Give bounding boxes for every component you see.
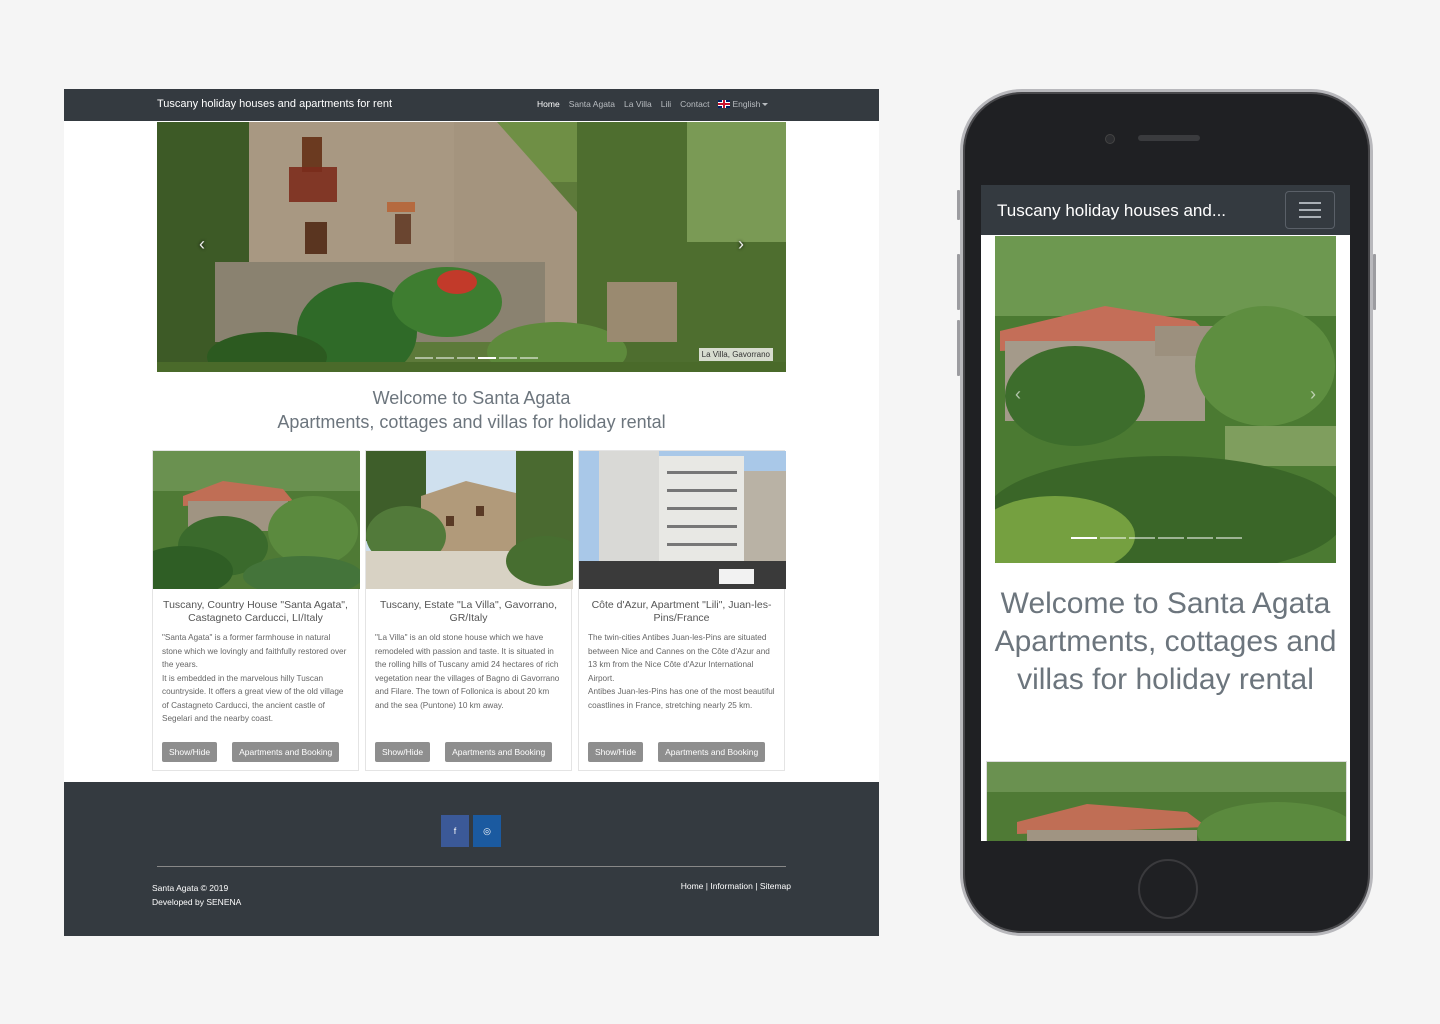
- property-card-lili: Côte d'Azur, Apartment "Lili", Juan-les-…: [578, 450, 786, 771]
- card-paragraph: "La Villa" is an old stone house which w…: [375, 633, 560, 710]
- welcome-subtitle: Apartments, cottages and villas for holi…: [994, 625, 1337, 696]
- nav-item-contact[interactable]: Contact: [680, 99, 709, 109]
- phone-mockup: Tuscany holiday houses and... ‹ › Welcom…: [957, 89, 1376, 936]
- property-card-santa-agata: Tuscany, Country House "Santa Agata", Ca…: [152, 450, 360, 771]
- apartments-booking-button[interactable]: Apartments and Booking: [658, 742, 766, 762]
- carousel-indicator[interactable]: [415, 357, 433, 359]
- copyright-text: Santa Agata © 2019: [152, 883, 229, 893]
- card-description: The twin-cities Antibes Juan-les-Pins ar…: [588, 631, 775, 712]
- mobile-hero-carousel: ‹ ›: [995, 236, 1336, 563]
- mobile-welcome-heading: Welcome to Santa Agata Apartments, cotta…: [981, 585, 1350, 699]
- carousel-indicator[interactable]: [457, 357, 475, 359]
- card-description: "Santa Agata" is a former farmhouse in n…: [162, 631, 349, 726]
- phone-power-button: [1373, 254, 1376, 310]
- front-camera-icon: [1105, 134, 1115, 144]
- property-cards: Tuscany, Country House "Santa Agata", Ca…: [152, 450, 786, 771]
- card-actions: Show/Hide Apartments and Booking: [162, 742, 340, 762]
- apartments-booking-button[interactable]: Apartments and Booking: [232, 742, 340, 762]
- footer-link-sitemap[interactable]: Sitemap: [760, 881, 791, 891]
- carousel-next-icon[interactable]: ›: [738, 234, 744, 255]
- phone-volume-down: [957, 320, 960, 376]
- mobile-screen: Tuscany holiday houses and... ‹ › Welcom…: [981, 185, 1350, 841]
- card-actions: Show/Hide Apartments and Booking: [588, 742, 766, 762]
- carousel-indicators: [415, 357, 538, 359]
- mobile-navbar: Tuscany holiday houses and...: [981, 185, 1350, 235]
- phone-speaker: [1138, 135, 1200, 141]
- welcome-title: Welcome to Santa Agata: [1000, 587, 1331, 620]
- mobile-navbar-brand[interactable]: Tuscany holiday houses and...: [997, 201, 1226, 221]
- social-links: f ◎: [441, 815, 501, 847]
- nav-item-lili[interactable]: Lili: [661, 99, 671, 109]
- language-dropdown[interactable]: English: [718, 99, 769, 109]
- carousel-prev-icon[interactable]: ‹: [199, 234, 205, 255]
- footer-credits: Santa Agata © 2019 Developed by SENENA: [152, 881, 241, 909]
- desktop-nav-menu: Home Santa Agata La Villa Lili Contact E…: [537, 99, 769, 109]
- apartments-booking-button[interactable]: Apartments and Booking: [445, 742, 553, 762]
- uk-flag-icon: [718, 100, 731, 108]
- instagram-icon[interactable]: ◎: [473, 815, 501, 847]
- welcome-heading: Welcome to Santa Agata Apartments, cotta…: [64, 386, 879, 434]
- show-hide-button[interactable]: Show/Hide: [162, 742, 218, 762]
- card-title: Tuscany, Estate "La Villa", Gavorrano, G…: [379, 599, 558, 624]
- card-paragraph: Antibes Juan-les-Pins has one of the mos…: [588, 687, 775, 710]
- card-title: Tuscany, Country House "Santa Agata", Ca…: [163, 599, 348, 624]
- carousel-indicator-active[interactable]: [478, 357, 496, 359]
- carousel-indicator[interactable]: [499, 357, 517, 359]
- mobile-carousel-image: [995, 236, 1336, 563]
- card-actions: Show/Hide Apartments and Booking: [375, 742, 553, 762]
- card-title: Côte d'Azur, Apartment "Lili", Juan-les-…: [591, 599, 772, 624]
- phone-home-button: [1138, 859, 1198, 919]
- la-villa-image: [366, 451, 573, 589]
- carousel-indicator[interactable]: [1100, 537, 1126, 539]
- footer-link-home[interactable]: Home: [681, 881, 704, 891]
- site-footer: f ◎ Santa Agata © 2019 Developed by SENE…: [64, 782, 879, 936]
- card-description: "La Villa" is an old stone house which w…: [375, 631, 562, 712]
- footer-link-information[interactable]: Information: [710, 881, 753, 891]
- mobile-carousel-next-icon[interactable]: ›: [1310, 384, 1316, 405]
- desktop-navbar: Tuscany holiday houses and apartments fo…: [64, 89, 879, 121]
- mobile-carousel-indicators: [1071, 537, 1242, 539]
- developer-text: Developed by SENENA: [152, 897, 242, 907]
- nav-item-la-villa[interactable]: La Villa: [624, 99, 652, 109]
- carousel-indicator[interactable]: [1129, 537, 1155, 539]
- mobile-property-card: [986, 761, 1347, 841]
- carousel-indicator[interactable]: [1187, 537, 1213, 539]
- carousel-indicator[interactable]: [1158, 537, 1184, 539]
- hero-carousel: ‹ › La Villa, Gavorrano: [157, 122, 786, 372]
- navbar-brand[interactable]: Tuscany holiday houses and apartments fo…: [157, 98, 392, 110]
- caret-down-icon: [762, 103, 769, 106]
- nav-item-santa-agata[interactable]: Santa Agata: [569, 99, 615, 109]
- mobile-carousel-prev-icon[interactable]: ‹: [1015, 384, 1021, 405]
- carousel-indicator[interactable]: [1216, 537, 1242, 539]
- show-hide-button[interactable]: Show/Hide: [588, 742, 644, 762]
- card-paragraph: The twin-cities Antibes Juan-les-Pins ar…: [588, 633, 770, 683]
- desktop-browser-view: Tuscany holiday houses and apartments fo…: [64, 89, 879, 936]
- footer-link-separator: |: [752, 881, 760, 891]
- mobile-card-image: [987, 762, 1346, 841]
- welcome-title: Welcome to Santa Agata: [372, 388, 571, 408]
- card-paragraph: "Santa Agata" is a former farmhouse in n…: [162, 633, 347, 669]
- show-hide-button[interactable]: Show/Hide: [375, 742, 431, 762]
- hamburger-menu-icon[interactable]: [1285, 191, 1335, 229]
- card-paragraph: It is embedded in the marvelous hilly Tu…: [162, 673, 344, 724]
- language-label: English: [732, 99, 761, 109]
- carousel-caption: La Villa, Gavorrano: [698, 348, 773, 361]
- carousel-image-la-villa: [157, 122, 786, 372]
- welcome-subtitle: Apartments, cottages and villas for holi…: [277, 412, 666, 432]
- lili-image: [579, 451, 786, 589]
- nav-item-home[interactable]: Home: [537, 99, 560, 109]
- phone-mute-switch: [957, 190, 960, 220]
- facebook-icon[interactable]: f: [441, 815, 469, 847]
- santa-agata-image: [153, 451, 360, 589]
- footer-divider: [157, 866, 786, 867]
- phone-volume-up: [957, 254, 960, 310]
- carousel-indicator[interactable]: [520, 357, 538, 359]
- carousel-indicator-active[interactable]: [1071, 537, 1097, 539]
- property-card-la-villa: Tuscany, Estate "La Villa", Gavorrano, G…: [365, 450, 573, 771]
- carousel-indicator[interactable]: [436, 357, 454, 359]
- footer-links: Home | Information | Sitemap: [681, 881, 791, 891]
